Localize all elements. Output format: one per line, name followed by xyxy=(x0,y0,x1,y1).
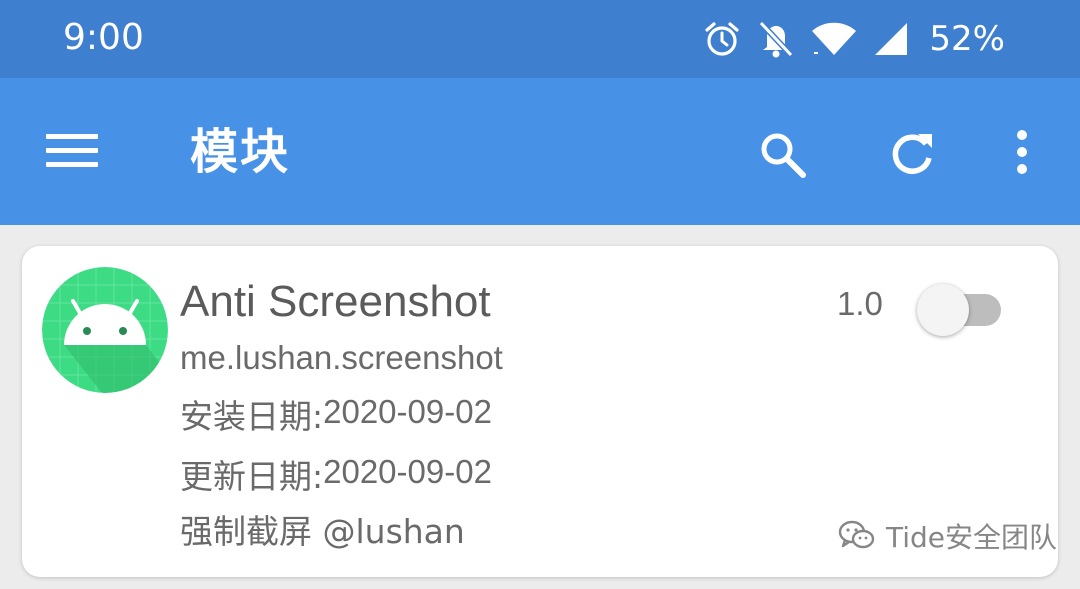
watermark-text: Tide安全团队 xyxy=(886,521,1058,554)
status-time: 9:00 xyxy=(63,17,144,58)
battery-percent: 52% xyxy=(929,19,1005,59)
wechat-icon xyxy=(838,520,876,556)
search-icon[interactable] xyxy=(758,130,808,184)
module-version: 1.0 xyxy=(837,285,883,322)
refresh-icon[interactable] xyxy=(888,130,936,182)
status-icons: 52% xyxy=(703,16,1005,62)
module-enable-toggle[interactable] xyxy=(917,284,1003,336)
cell-signal-icon xyxy=(873,21,909,57)
status-bar: 9:00 52% xyxy=(0,0,1080,78)
install-date-label: 安装日期: xyxy=(180,397,324,436)
menu-icon[interactable] xyxy=(46,131,98,175)
update-date-value: 2020-09-02 xyxy=(323,453,492,490)
notifications-off-icon xyxy=(757,19,795,59)
module-description: 强制截屏 @lushan xyxy=(180,512,465,551)
toggle-thumb xyxy=(917,284,969,336)
android-icon xyxy=(42,267,168,397)
watermark: Tide安全团队 xyxy=(838,520,1057,556)
update-date-label: 更新日期: xyxy=(180,457,324,496)
page-title: 模块 xyxy=(190,124,291,180)
module-name: Anti Screenshot xyxy=(180,277,491,326)
install-date-value: 2020-09-02 xyxy=(323,393,492,430)
wifi-icon xyxy=(811,21,857,57)
install-date-row: 安装日期:2020-09-02 xyxy=(180,393,492,438)
more-vert-icon[interactable] xyxy=(1010,128,1034,182)
alarm-icon xyxy=(703,20,741,58)
update-date-row: 更新日期:2020-09-02 xyxy=(180,453,492,498)
package-name: me.lushan.screenshot xyxy=(180,339,503,376)
app-bar: 模块 xyxy=(0,78,1080,225)
